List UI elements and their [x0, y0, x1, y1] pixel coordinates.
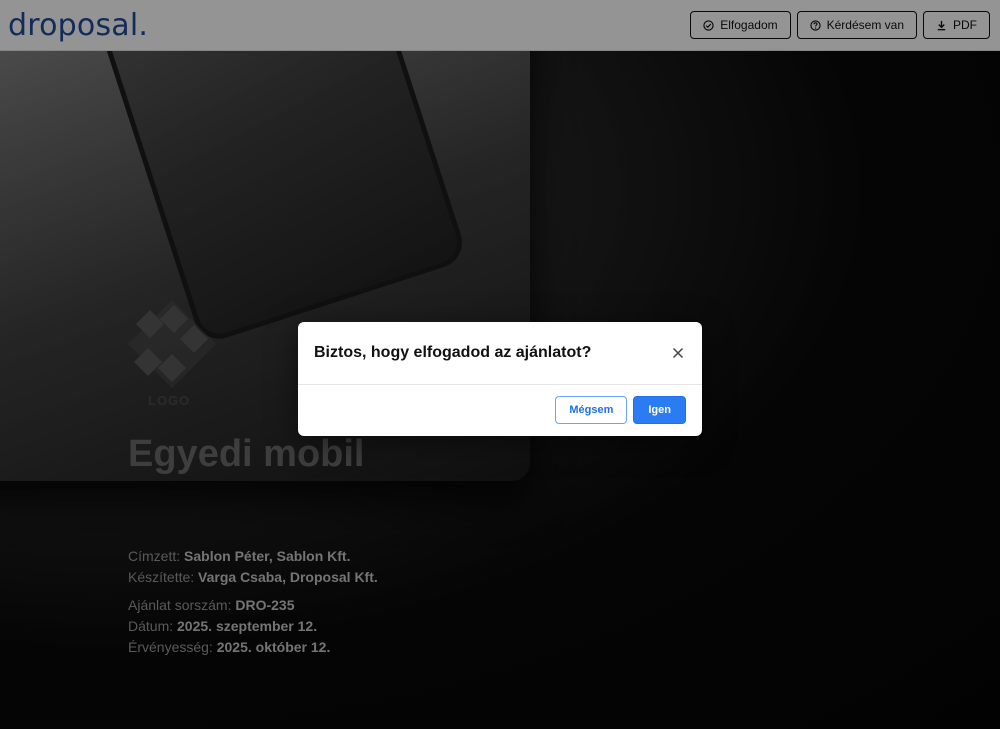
confirm-button[interactable]: Igen [633, 396, 686, 424]
dialog-header: Biztos, hogy elfogadod az ajánlatot? [298, 322, 702, 385]
close-icon[interactable] [670, 345, 686, 361]
dialog-footer: Mégsem Igen [298, 385, 702, 435]
dialog-title: Biztos, hogy elfogadod az ajánlatot? [314, 344, 592, 361]
cancel-button[interactable]: Mégsem [555, 396, 628, 424]
proposal-page: LOGO Egyedi mobil Címzett: Sablon Péter,… [0, 0, 1000, 729]
confirm-accept-dialog: Biztos, hogy elfogadod az ajánlatot? Még… [298, 322, 702, 436]
